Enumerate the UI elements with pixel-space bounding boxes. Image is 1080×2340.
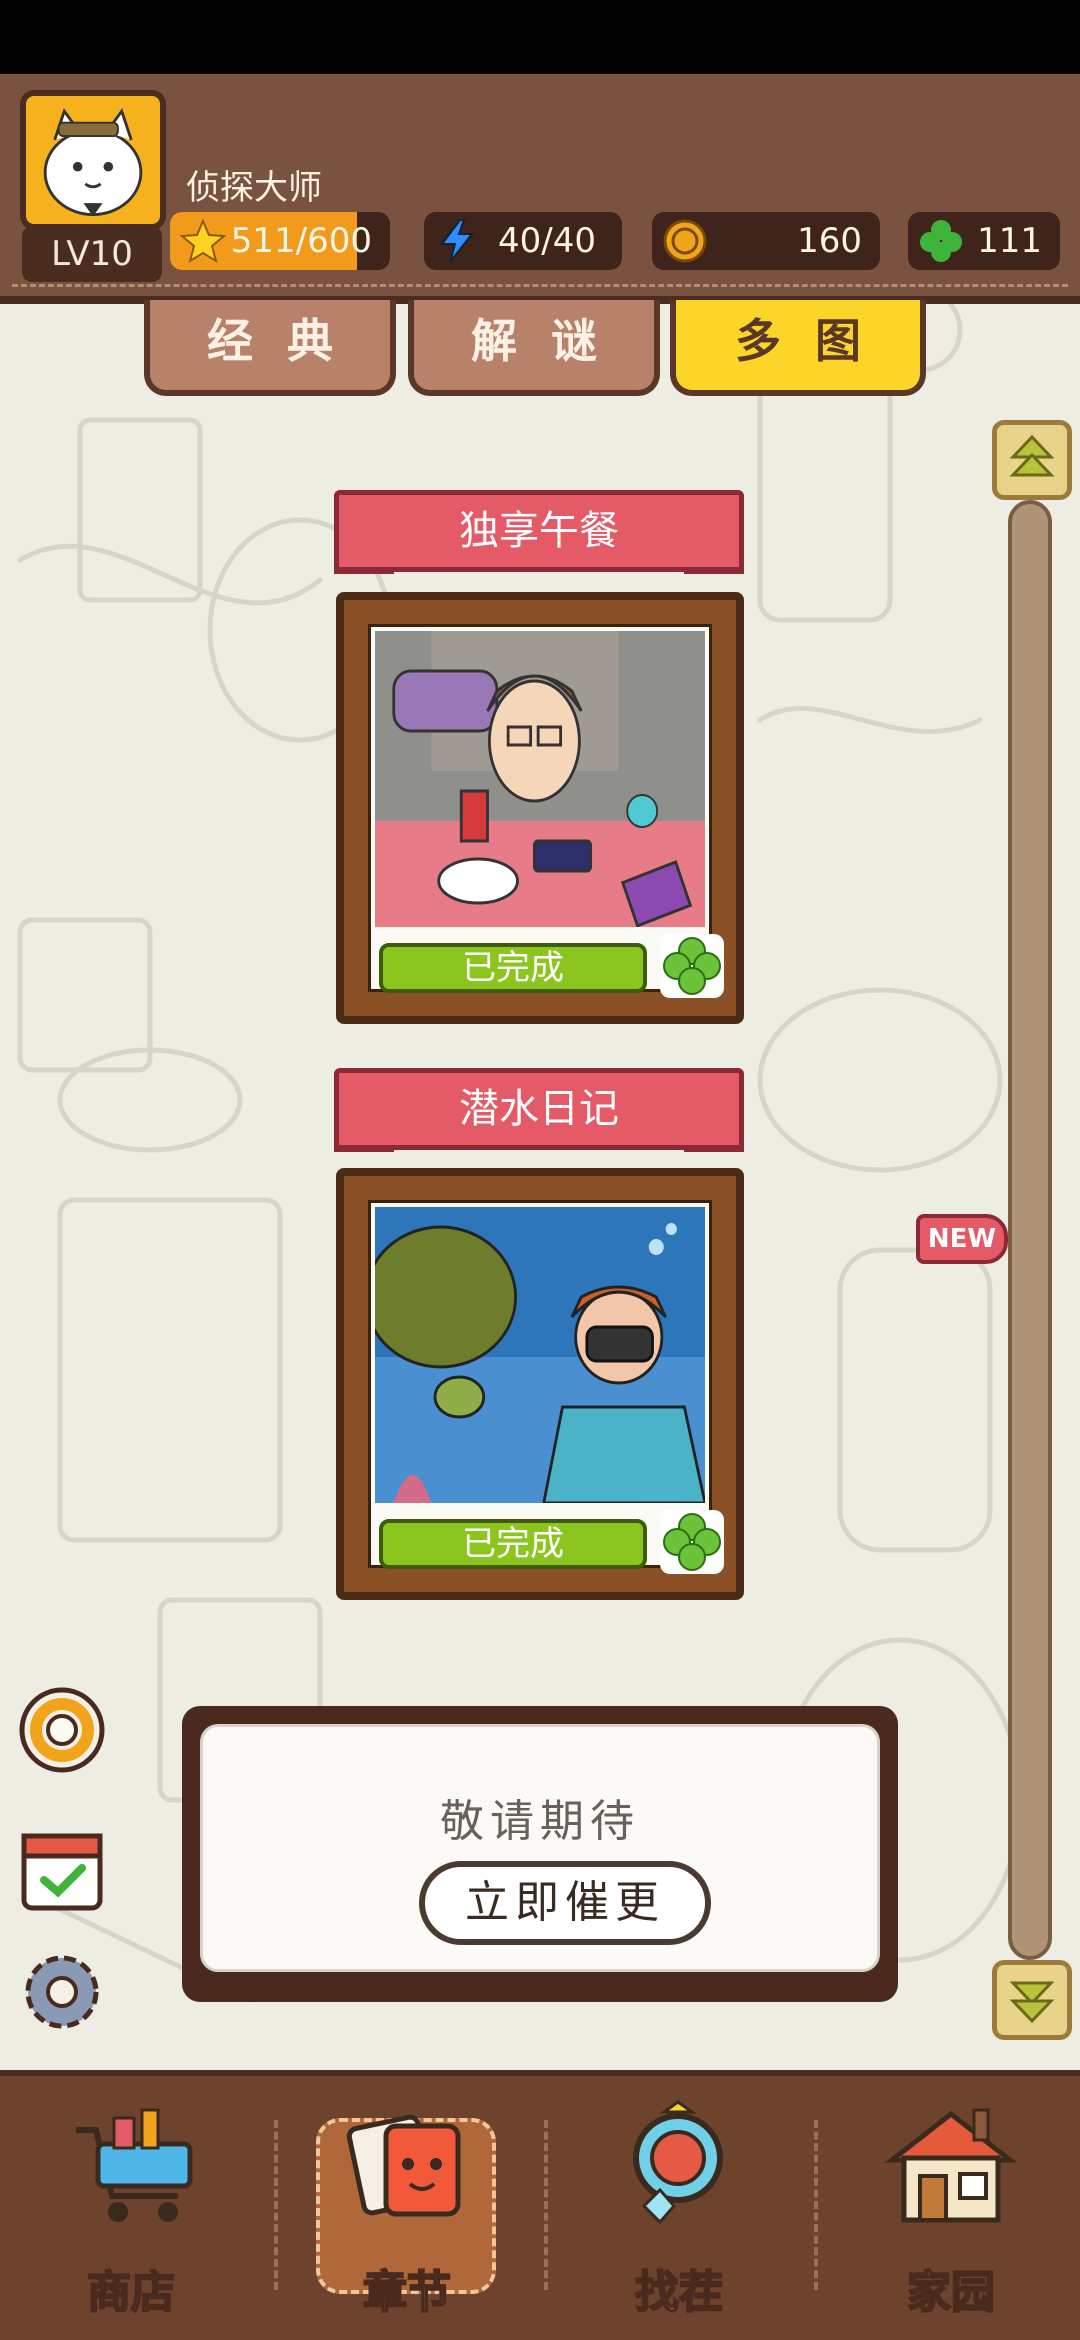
nav-separator [544, 2120, 548, 2290]
nav-label: 找茬 [634, 2266, 724, 2319]
chapter-card-diving[interactable]: 已完成 [336, 1168, 744, 1600]
coin-icon [663, 219, 707, 263]
house-icon [884, 2108, 1018, 2223]
star-icon [180, 218, 226, 264]
book-icon [346, 2114, 461, 2217]
scroll-bottom-button[interactable] [992, 1960, 1072, 2040]
coming-soon-card: 敬请期待 立即催更 [182, 1706, 898, 2002]
chapter-card-lunch[interactable]: 已完成 [336, 592, 744, 1024]
lifebuoy-icon[interactable] [14, 1682, 110, 1778]
nav-separator [274, 2120, 278, 2290]
chapter-scrollbar[interactable] [1008, 500, 1052, 1960]
star-count: 511/600 [230, 221, 372, 261]
coming-soon-title: 敬请期待 [440, 1796, 640, 1847]
tab-classic[interactable]: 经典 [144, 300, 396, 396]
clover-icon [660, 1510, 724, 1574]
scroll-top-button[interactable] [992, 420, 1072, 500]
calendar-icon[interactable] [14, 1822, 110, 1918]
energy-count: 40/40 [498, 221, 596, 261]
chapter-image-lunch [375, 631, 705, 927]
star-progress[interactable]: 511/600 [170, 212, 390, 270]
clover-count: 111 [977, 221, 1042, 261]
nav-shop[interactable]: 商店 [36, 2100, 226, 2319]
completed-badge: 已完成 [379, 943, 647, 993]
top-header: LV10 侦探大师 511/600 40/40 160 111 [0, 74, 1080, 304]
nav-label: 商店 [86, 2266, 176, 2319]
new-tag[interactable]: NEW [916, 1214, 1008, 1264]
double-chevron-down-icon [1009, 1981, 1055, 2024]
nav-separator [814, 2120, 818, 2290]
tab-multi-image[interactable]: 多图 [670, 300, 926, 396]
bottom-navigation: 商店 章节 找茬 家园 [0, 2070, 1080, 2340]
level-label: LV10 [22, 226, 162, 282]
nav-chapters[interactable]: 章节 [312, 2100, 502, 2319]
double-chevron-up-icon [1009, 434, 1055, 477]
clover-icon [660, 934, 724, 998]
player-avatar[interactable] [20, 90, 166, 230]
coin-counter[interactable]: 160 [652, 212, 880, 270]
magnifier-icon [633, 2100, 723, 2225]
status-bar [0, 0, 1080, 74]
energy-counter[interactable]: 40/40 [424, 212, 622, 270]
chapter-image-diving [375, 1207, 705, 1503]
clover-counter[interactable]: 111 [908, 212, 1060, 270]
nav-spot-difference[interactable]: 找茬 [584, 2100, 774, 2319]
shopping-cart-icon [76, 2108, 193, 2222]
nav-home[interactable]: 家园 [856, 2100, 1046, 2319]
coin-count: 160 [797, 221, 862, 261]
chapter-title-ribbon: 独享午餐 [334, 490, 744, 572]
tab-puzzle[interactable]: 解谜 [408, 300, 660, 396]
clover-icon [920, 220, 962, 262]
urge-update-button[interactable]: 立即催更 [419, 1861, 711, 1945]
chapter-title-ribbon: 潜水日记 [334, 1068, 744, 1150]
gear-icon[interactable] [14, 1944, 110, 2040]
lightning-icon [440, 219, 475, 263]
header-stitch [12, 284, 1068, 287]
completed-badge: 已完成 [379, 1519, 647, 1569]
nav-label: 家园 [906, 2266, 996, 2319]
username: 侦探大师 [186, 168, 322, 208]
nav-label: 章节 [362, 2266, 452, 2319]
